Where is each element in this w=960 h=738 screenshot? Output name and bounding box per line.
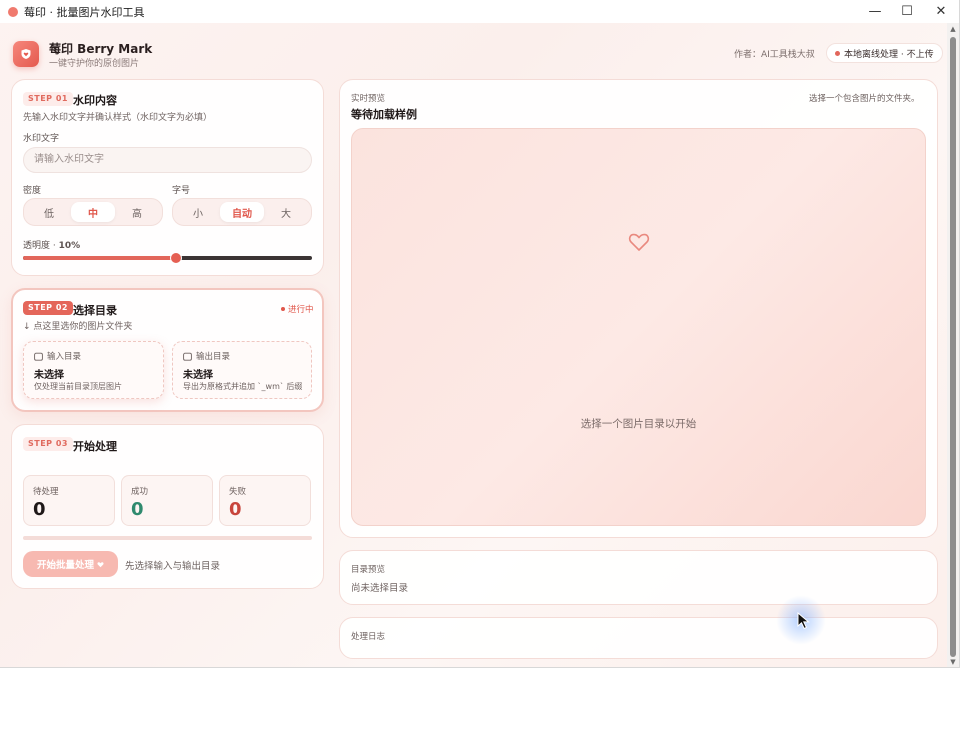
stat-failed: 失败 0 bbox=[219, 475, 311, 526]
folder-icon bbox=[183, 352, 192, 361]
brand-subtitle: 一键守护你的原创图片 bbox=[49, 59, 140, 69]
step3-title: 开始处理 bbox=[73, 440, 117, 453]
output-directory-label: 输出目录 bbox=[196, 352, 231, 362]
step1-tag: STEP 01 bbox=[23, 92, 73, 106]
directory-preview-value: 尚未选择目录 bbox=[351, 583, 409, 594]
input-directory-picker[interactable]: 输入目录 未选择 仅处理当前目录顶层图片 bbox=[23, 341, 164, 399]
stat-success: 成功 0 bbox=[121, 475, 213, 526]
step1-title: 水印内容 bbox=[73, 94, 117, 107]
step3-tag: STEP 03 bbox=[23, 437, 73, 451]
brand-name: 莓印 Berry Mark bbox=[49, 42, 153, 56]
density-selector: 低 中 高 bbox=[23, 198, 163, 226]
start-batch-button[interactable]: 开始批量处理 bbox=[23, 551, 118, 577]
log-card bbox=[339, 617, 938, 659]
log-label: 处理日志 bbox=[351, 632, 386, 642]
opacity-label-text: 透明度 · bbox=[23, 241, 59, 251]
step2-tag: STEP 02 bbox=[23, 301, 73, 315]
directory-preview-card bbox=[339, 550, 938, 605]
opacity-slider-fill bbox=[23, 256, 177, 260]
stat-pending-label: 待处理 bbox=[33, 487, 59, 497]
heart-icon bbox=[97, 561, 104, 567]
scrollbar-thumb[interactable] bbox=[950, 37, 956, 657]
app-icon bbox=[8, 6, 18, 17]
start-batch-button-label: 开始批量处理 bbox=[36, 560, 94, 571]
maximize-button[interactable]: ☐ bbox=[891, 0, 923, 23]
input-directory-header: 输入目录 bbox=[34, 350, 81, 362]
app-logo bbox=[13, 41, 39, 67]
preview-canvas: 选择一个图片目录以开始 bbox=[351, 128, 926, 526]
input-directory-label: 输入目录 bbox=[47, 352, 82, 362]
output-directory-value: 未选择 bbox=[183, 370, 213, 381]
stat-pending: 待处理 0 bbox=[23, 475, 115, 526]
scroll-up-icon[interactable]: ▲ bbox=[947, 23, 959, 35]
step2-title: 选择目录 bbox=[73, 304, 117, 317]
preview-label: 实时预览 bbox=[351, 94, 386, 104]
progress-bar bbox=[23, 536, 312, 540]
step2-status: 进行中 bbox=[281, 303, 314, 315]
stat-pending-value: 0 bbox=[33, 499, 46, 520]
local-badge-label: 本地离线处理 · 不上传 bbox=[844, 49, 934, 60]
shield-heart-icon bbox=[21, 49, 31, 59]
watermark-text-input[interactable]: 请输入水印文字 bbox=[23, 147, 312, 173]
opacity-value: 10% bbox=[58, 241, 81, 251]
status-dot bbox=[835, 50, 840, 56]
minimize-button[interactable]: — bbox=[859, 0, 891, 23]
preview-hint: 选择一个包含图片的文件夹。 bbox=[809, 94, 920, 104]
font-size-option-small[interactable]: 小 bbox=[176, 202, 220, 222]
local-processing-badge: 本地离线处理 · 不上传 bbox=[826, 43, 943, 63]
step1-subtitle: 先输入水印文字并确认样式（水印文字为必填） bbox=[23, 113, 213, 123]
stat-failed-value: 0 bbox=[229, 499, 242, 520]
heart-icon bbox=[628, 233, 650, 251]
font-size-option-large[interactable]: 大 bbox=[264, 202, 308, 222]
input-directory-value: 未选择 bbox=[34, 370, 64, 381]
preview-title: 等待加载样例 bbox=[351, 108, 417, 121]
close-button[interactable]: ✕ bbox=[925, 0, 957, 23]
title-bar: 莓印 · 批量图片水印工具 — ☐ ✕ bbox=[0, 0, 959, 23]
output-directory-desc: 导出为原格式并追加 `_wm` 后缀 bbox=[183, 382, 303, 391]
density-label: 密度 bbox=[23, 186, 42, 196]
output-directory-picker[interactable]: 输出目录 未选择 导出为原格式并追加 `_wm` 后缀 bbox=[172, 341, 312, 399]
font-size-option-auto[interactable]: 自动 bbox=[220, 202, 264, 222]
watermark-text-label: 水印文字 bbox=[23, 134, 60, 144]
author-label: 作者：AI工具栈大叔 bbox=[734, 50, 815, 60]
step2-hint: ↓ 点这里选你的图片文件夹 bbox=[23, 322, 133, 332]
density-option-low[interactable]: 低 bbox=[27, 202, 71, 222]
input-directory-desc: 仅处理当前目录顶层图片 bbox=[34, 382, 122, 391]
scroll-down-icon[interactable]: ▼ bbox=[947, 656, 959, 667]
directory-preview-label: 目录预览 bbox=[351, 565, 386, 575]
app-window: 莓印 · 批量图片水印工具 — ☐ ✕ 莓印 Berry Mark 一键守护你的… bbox=[0, 0, 960, 668]
opacity-label: 透明度 · 10% bbox=[23, 238, 80, 251]
font-size-selector: 小 自动 大 bbox=[172, 198, 312, 226]
density-option-medium[interactable]: 中 bbox=[71, 202, 115, 222]
stat-failed-label: 失败 bbox=[229, 487, 247, 497]
opacity-slider[interactable] bbox=[23, 252, 312, 264]
scrollbar[interactable]: ▲ ▼ bbox=[947, 23, 959, 667]
window-title: 莓印 · 批量图片水印工具 bbox=[24, 5, 145, 19]
font-size-label: 字号 bbox=[172, 186, 191, 196]
folder-icon bbox=[34, 352, 43, 361]
start-hint: 先选择输入与输出目录 bbox=[125, 561, 221, 572]
preview-empty-message: 选择一个图片目录以开始 bbox=[580, 418, 697, 430]
stat-success-label: 成功 bbox=[131, 487, 149, 497]
status-dot bbox=[281, 307, 285, 311]
output-directory-header: 输出目录 bbox=[183, 350, 230, 362]
step2-status-label: 进行中 bbox=[288, 305, 314, 315]
stat-success-value: 0 bbox=[131, 499, 144, 520]
mouse-cursor-icon bbox=[797, 612, 810, 630]
density-option-high[interactable]: 高 bbox=[115, 202, 159, 222]
